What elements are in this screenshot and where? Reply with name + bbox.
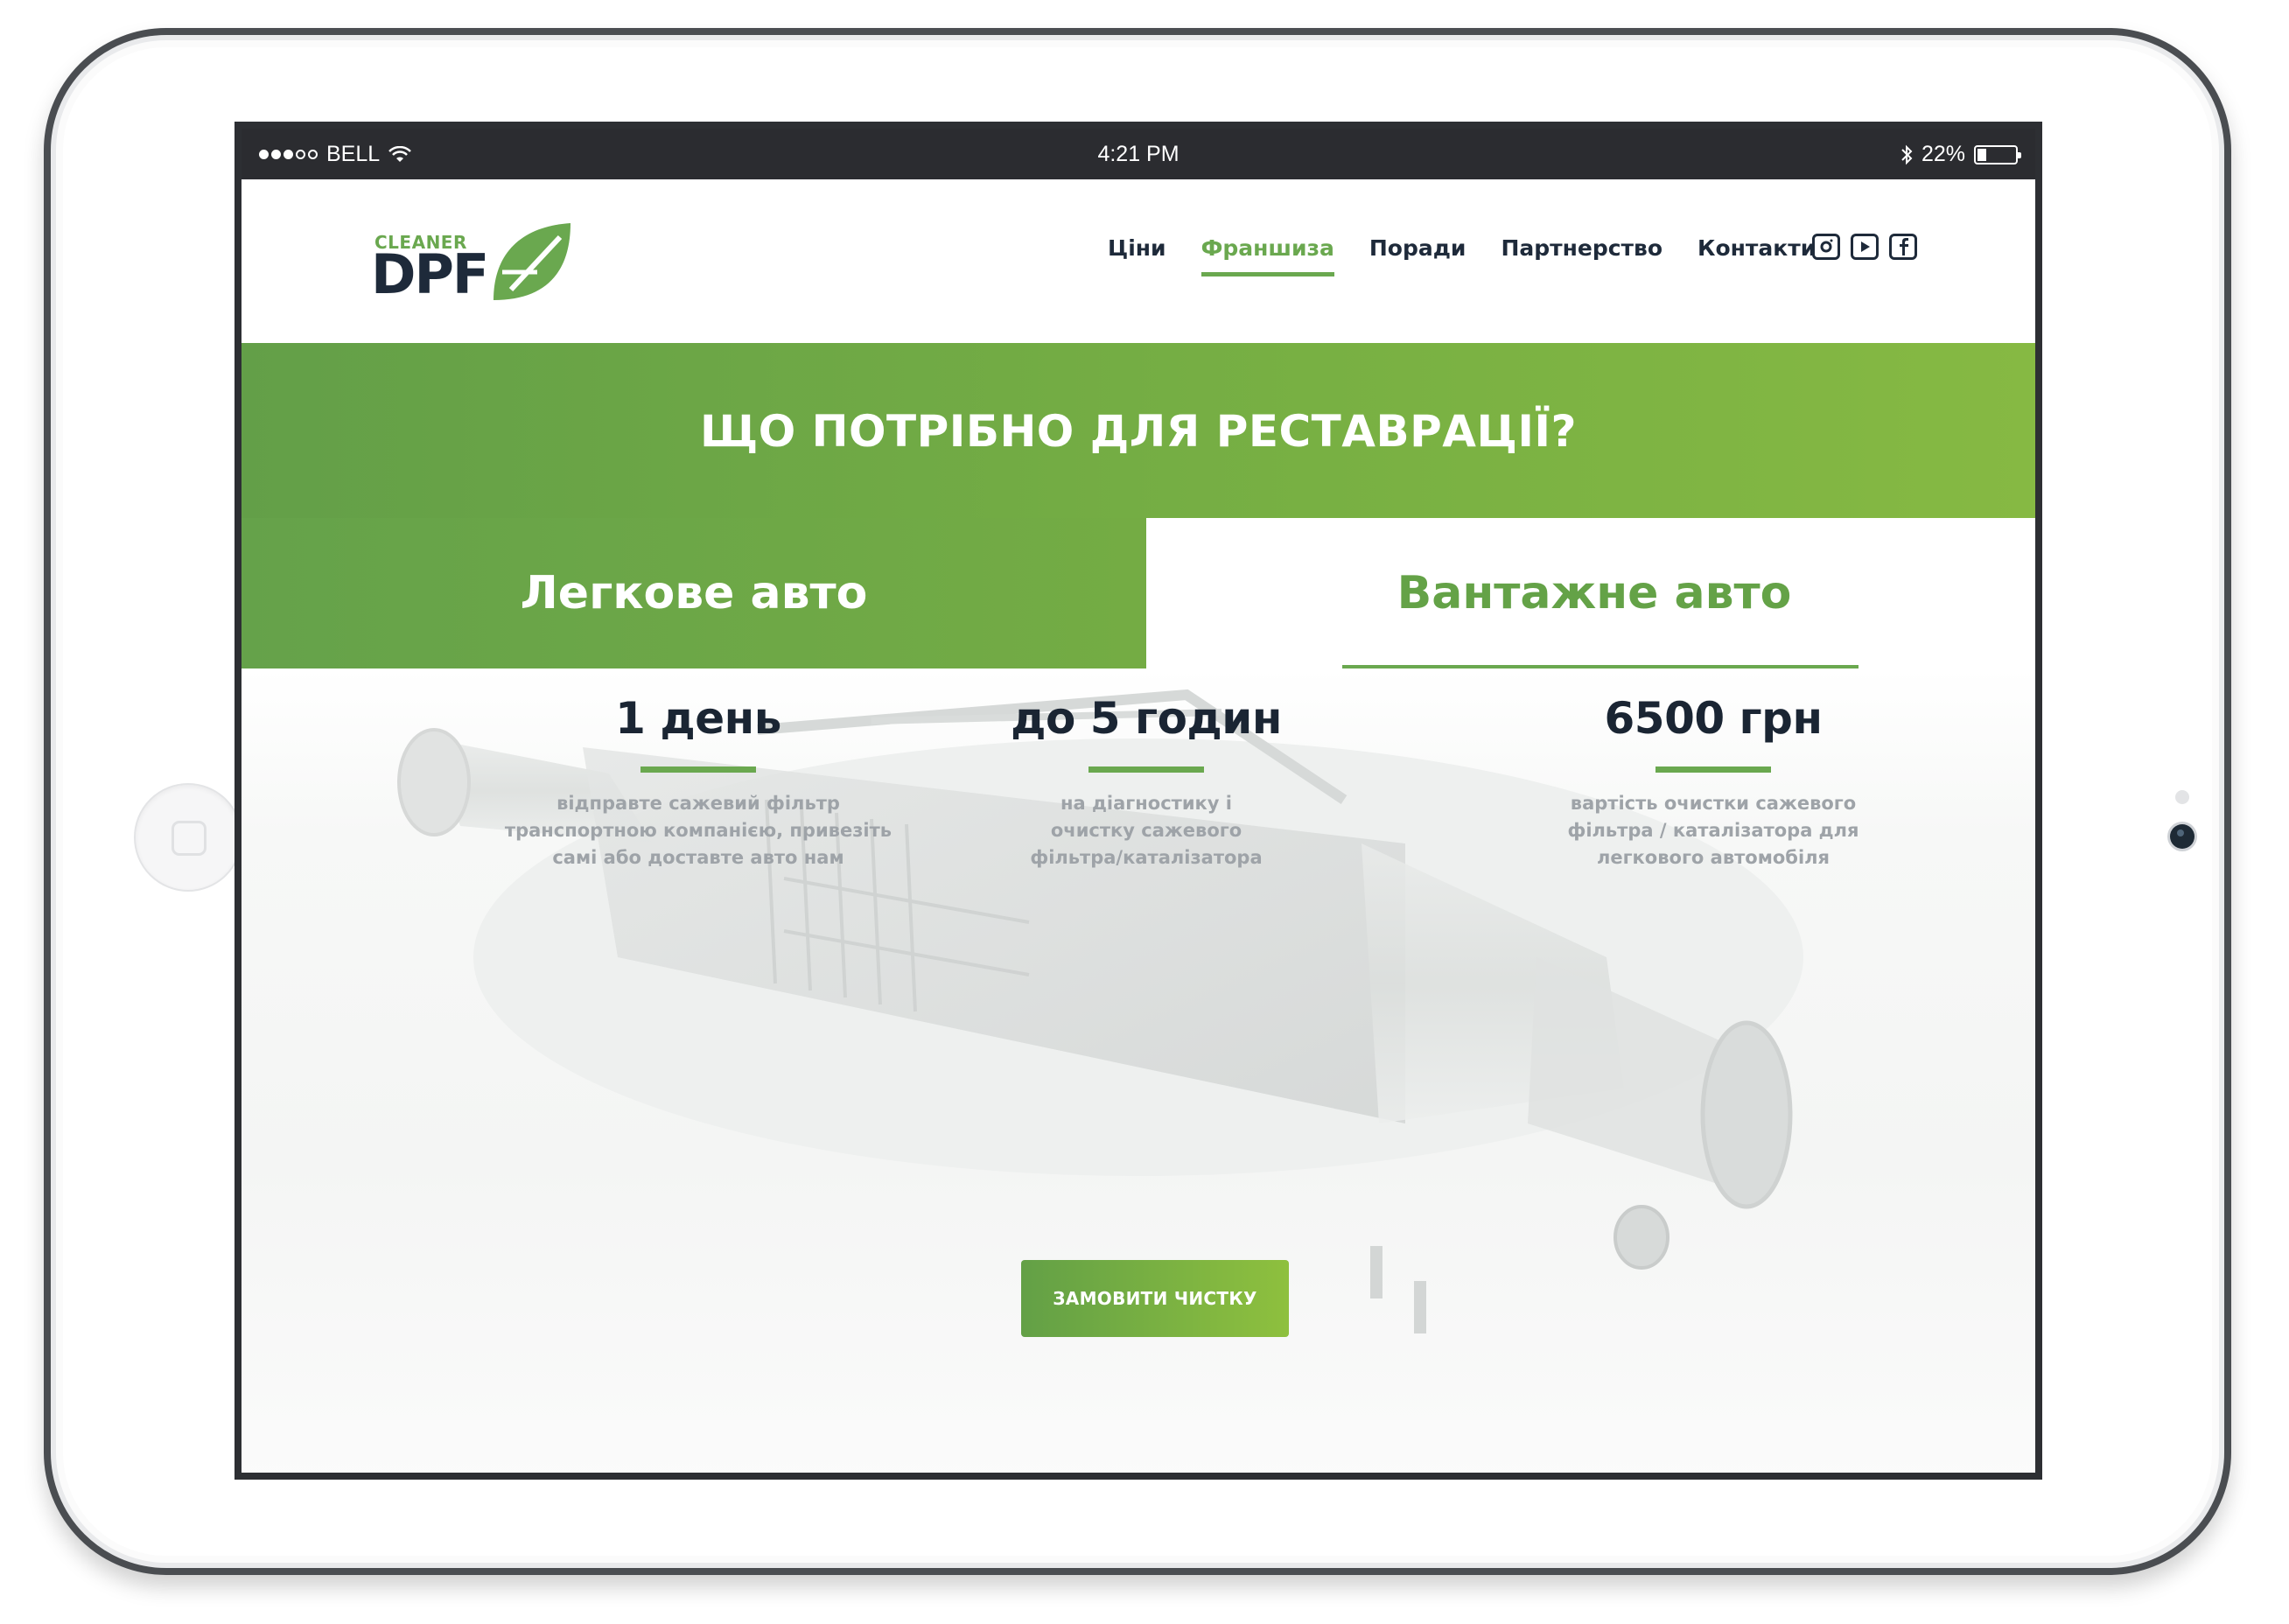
home-square-icon — [172, 821, 206, 856]
status-bar: BELL 4:21 PM 22% — [242, 129, 2035, 179]
stat-duration-desc: на діагностику і очистку сажевого фільтр… — [1030, 793, 1263, 868]
logo-text-dpf: DPF — [371, 242, 489, 306]
stat-duration: до 5 годин на діагностику і очистку саже… — [919, 693, 1374, 872]
tab-passenger-car[interactable]: Легкове авто — [242, 518, 1146, 668]
content-section: 1 день відправте сажевий фільтр транспор… — [242, 668, 2035, 1473]
facebook-icon[interactable] — [1889, 234, 1917, 260]
stat-duration-bar — [1088, 766, 1204, 773]
hero-title: ЩО ПОТРІБНО ДЛЯ РЕСТАВРАЦІЇ? — [699, 406, 1578, 457]
social-links — [1812, 234, 1917, 260]
order-cleaning-button[interactable]: ЗАМОВИТИ ЧИСТКУ — [1021, 1260, 1289, 1337]
status-time: 4:21 PM — [1097, 142, 1180, 166]
logo-leaf-icon — [494, 223, 570, 300]
main-nav: Ціни Франшиза Поради Партнерство Контакт… — [1108, 235, 1851, 276]
nav-item-prices[interactable]: Ціни — [1108, 235, 1166, 276]
stat-delivery-bar — [640, 766, 756, 773]
stat-delivery-value: 1 день — [615, 693, 781, 744]
tab-truck-label: Вантажне авто — [1396, 567, 1792, 620]
nav-item-tips[interactable]: Поради — [1369, 235, 1466, 276]
hero-banner: ЩО ПОТРІБНО ДЛЯ РЕСТАВРАЦІЇ? — [242, 343, 2035, 518]
youtube-icon[interactable] — [1851, 234, 1879, 260]
battery-percent: 22% — [1921, 142, 1965, 166]
nav-item-contacts[interactable]: Контакти — [1698, 235, 1816, 276]
battery-icon — [1974, 144, 2021, 164]
nav-item-partnership[interactable]: Партнерство — [1501, 235, 1662, 276]
front-camera — [2170, 824, 2194, 849]
status-right: 22% — [1900, 142, 2021, 167]
home-button[interactable] — [134, 783, 242, 892]
stat-price-value: 6500 грн — [1604, 693, 1823, 744]
nav-item-franchise[interactable]: Франшиза — [1200, 235, 1335, 276]
tablet-screen: BELL 4:21 PM 22% CLEANER DPF Ціни Франши… — [234, 122, 2042, 1480]
site-header: CLEANER DPF Ціни Франшиза Поради Партнер… — [242, 179, 2035, 343]
stat-delivery: 1 день відправте сажевий фільтр транспор… — [471, 693, 926, 872]
logo[interactable]: CLEANER DPF — [371, 216, 572, 311]
sensor-dot — [2175, 790, 2189, 804]
stat-delivery-desc: відправте сажевий фільтр транспортною ко… — [504, 793, 892, 868]
bluetooth-icon — [1901, 144, 1913, 164]
stat-price: 6500 грн вартість очистки сажевого фільт… — [1486, 693, 1941, 872]
stat-duration-value: до 5 годин — [1011, 693, 1282, 744]
stat-price-desc: вартість очистки сажевого фільтра / ката… — [1567, 793, 1859, 868]
tab-truck[interactable]: Вантажне авто — [1146, 518, 2035, 672]
stat-price-bar — [1656, 766, 1771, 773]
instagram-icon[interactable] — [1812, 234, 1840, 260]
